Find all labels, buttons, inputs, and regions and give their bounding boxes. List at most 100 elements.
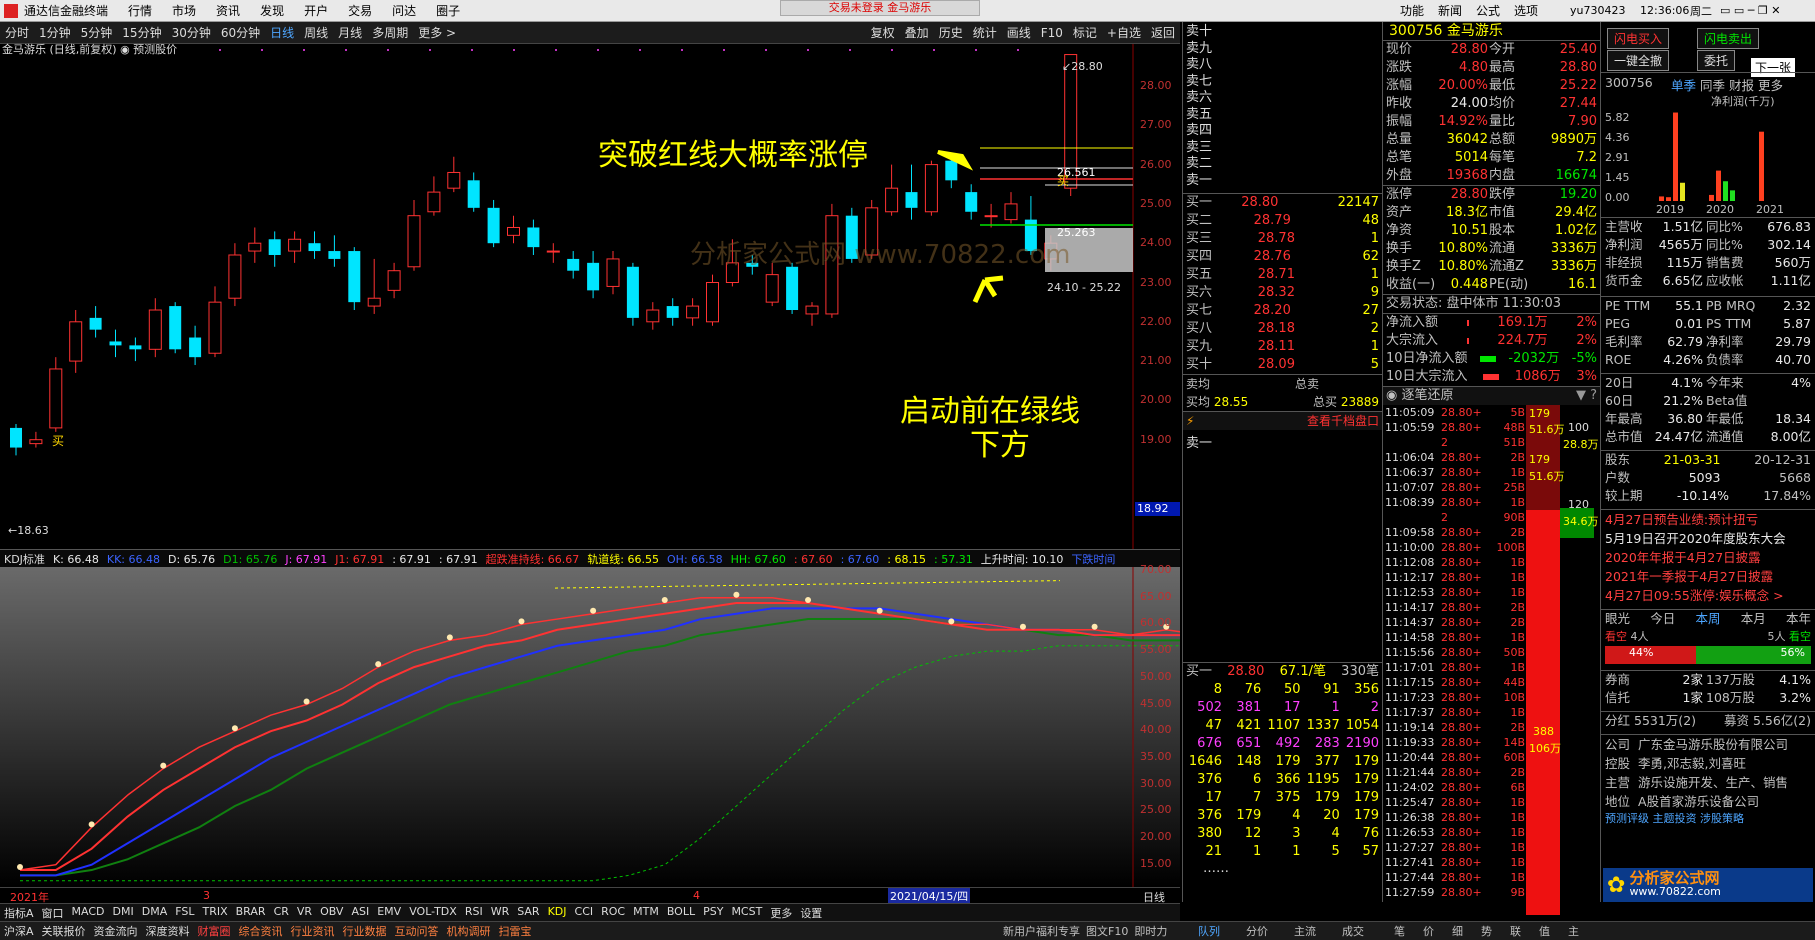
indicator-tab[interactable]: FSL: [171, 904, 198, 921]
order-tab[interactable]: 队列: [1185, 923, 1233, 939]
indicator-tab[interactable]: WR: [487, 904, 514, 921]
btn-adjust[interactable]: 复权: [866, 24, 900, 41]
indicator-tab[interactable]: 更多: [766, 904, 796, 921]
status-tab[interactable]: 沪深A: [0, 923, 38, 939]
indicator-tab[interactable]: MCST: [727, 904, 766, 921]
tab-report[interactable]: 财报: [1729, 78, 1754, 93]
status-tab[interactable]: 综合资讯: [235, 923, 287, 939]
buy-level[interactable]: 买八 28.18 2: [1186, 320, 1379, 338]
menu-item-options[interactable]: 选项: [1504, 2, 1548, 19]
trade-notice[interactable]: 交易未登录 金马游乐: [780, 0, 980, 16]
flash-sell-button[interactable]: 闪电卖出: [1697, 28, 1760, 49]
indicator-tab[interactable]: BRAR: [232, 904, 270, 921]
status-tab[interactable]: 机构调研: [443, 923, 495, 939]
indicator-tab[interactable]: 设置: [796, 904, 826, 921]
indicator-tab[interactable]: SAR: [513, 904, 543, 921]
news-item[interactable]: 2021年一季报于4月27日披露: [1605, 567, 1811, 586]
tab-period-60m[interactable]: 60分钟: [216, 24, 265, 41]
tab-period-1m[interactable]: 1分钟: [34, 24, 76, 41]
news-item[interactable]: 4月27日预告业绩:预计扭亏: [1605, 510, 1811, 529]
window-controls[interactable]: ▭ ▭ ─ ❐ ✕: [1720, 4, 1780, 17]
indicator-tab[interactable]: ROC: [597, 904, 629, 921]
tab-period-30m[interactable]: 30分钟: [167, 24, 216, 41]
indicator-tab[interactable]: RSI: [461, 904, 487, 921]
indicator-tab[interactable]: CCI: [571, 904, 598, 921]
indicator-tab[interactable]: 窗口: [38, 904, 68, 921]
tab-this-week[interactable]: 本周: [1695, 610, 1720, 628]
flash-buy-button[interactable]: 闪电买入: [1607, 28, 1670, 49]
tab-this-month[interactable]: 本月: [1741, 610, 1766, 628]
menu-item-trade[interactable]: 交易: [338, 2, 382, 19]
status-tab[interactable]: 行业资讯: [287, 923, 339, 939]
kdj-chart[interactable]: 70.00 65.00 60.00 55.00 50.00 45.00 40.00 35.00…: [0, 563, 1180, 887]
sell-level[interactable]: 卖九: [1186, 41, 1379, 58]
tick-tab[interactable]: 细: [1443, 923, 1472, 939]
menu-item-open-account[interactable]: 开户: [294, 2, 338, 19]
buy-level[interactable]: 买五 28.71 1: [1186, 266, 1379, 284]
view-thousand-depth-link[interactable]: 查看千档盘口: [1307, 412, 1379, 430]
order-tab[interactable]: 分价: [1233, 923, 1281, 939]
buy-level[interactable]: 买十 28.09 5: [1186, 356, 1379, 374]
sell-level[interactable]: 卖七: [1186, 74, 1379, 91]
sell-level[interactable]: 卖六: [1186, 90, 1379, 107]
tick-tab[interactable]: 价: [1414, 923, 1443, 939]
tab-period-monthly[interactable]: 月线: [333, 24, 367, 41]
tick-tab[interactable]: 笔: [1385, 923, 1414, 939]
tick-tab[interactable]: 值: [1530, 923, 1559, 939]
sell-level[interactable]: 卖八: [1186, 57, 1379, 74]
news-item[interactable]: 4月27日09:55涨停:娱乐概念 >: [1605, 586, 1811, 605]
btn-stats[interactable]: 统计: [968, 24, 1002, 41]
news-item[interactable]: 5月19日召开2020年度股东大会: [1605, 529, 1811, 548]
kdj-name[interactable]: KDJ标准: [0, 551, 49, 567]
news-item[interactable]: 2020年年报于4月27日披露: [1605, 548, 1811, 567]
sell-level[interactable]: 卖十: [1186, 24, 1379, 41]
menu-item-circle[interactable]: 圈子: [426, 2, 470, 19]
status-tab[interactable]: 深度资料: [142, 923, 194, 939]
tab-fin-more[interactable]: 更多: [1758, 78, 1783, 93]
status-tab[interactable]: 互动问答: [391, 923, 443, 939]
indicator-tab[interactable]: ASI: [347, 904, 373, 921]
indicator-tab[interactable]: EMV: [373, 904, 405, 921]
sell-level[interactable]: 卖五: [1186, 107, 1379, 124]
tab-period-daily[interactable]: 日线: [265, 24, 299, 41]
cancel-all-button[interactable]: 一键全撤: [1607, 50, 1670, 71]
sell-level[interactable]: 卖二: [1186, 156, 1379, 173]
tab-period-multi[interactable]: 多周期: [367, 24, 413, 41]
tab-quarter[interactable]: 单季: [1671, 78, 1696, 93]
status-right-item[interactable]: 图文F10: [1083, 923, 1131, 939]
btn-add-watch[interactable]: +自选: [1102, 24, 1146, 41]
tick-list[interactable]: 11:05:09 28.80+ 5B 11:05:59 28.80+ 48B 2 51B 11:…: [1383, 405, 1600, 915]
more-links[interactable]: 预测评级 主题投资 涉股策略: [1601, 811, 1815, 827]
indicator-tab[interactable]: MTM: [629, 904, 663, 921]
entrust-button[interactable]: 委托: [1697, 50, 1736, 71]
sell-level[interactable]: 卖三: [1186, 140, 1379, 157]
tab-today[interactable]: 今日: [1650, 610, 1675, 628]
tab-period-5m[interactable]: 5分钟: [76, 24, 118, 41]
tab-period-15m[interactable]: 15分钟: [117, 24, 166, 41]
buy-level[interactable]: 买四 28.76 62: [1186, 248, 1379, 266]
status-right-item[interactable]: 新用户福利专享: [1000, 923, 1083, 939]
indicator-tab[interactable]: TRIX: [198, 904, 231, 921]
menu-item-quote[interactable]: 行情: [118, 2, 162, 19]
sell-level[interactable]: 卖一: [1186, 173, 1379, 190]
buy-level[interactable]: 买二 28.79 48: [1186, 212, 1379, 230]
status-tab[interactable]: 扫雷宝: [495, 923, 536, 939]
indicator-tab[interactable]: CR: [270, 904, 293, 921]
indicator-tab[interactable]: BOLL: [663, 904, 699, 921]
btn-history[interactable]: 历史: [934, 24, 968, 41]
status-tab[interactable]: 关联报价: [38, 923, 90, 939]
tab-period-tick[interactable]: 分时: [0, 24, 34, 41]
indicator-tab[interactable]: PSY: [699, 904, 727, 921]
indicator-tab[interactable]: KDJ: [544, 904, 571, 921]
buy-level[interactable]: 买七 28.20 27: [1186, 302, 1379, 320]
status-tab[interactable]: 资金流向: [90, 923, 142, 939]
buy-level[interactable]: 买三 28.78 1: [1186, 230, 1379, 248]
tick-tab[interactable]: 联: [1501, 923, 1530, 939]
indicator-tab[interactable]: VOL-TDX: [405, 904, 461, 921]
tab-period-more[interactable]: 更多 >: [413, 24, 461, 41]
menu-item-news[interactable]: 资讯: [206, 2, 250, 19]
order-tab[interactable]: 成交: [1329, 923, 1377, 939]
btn-back[interactable]: 返回: [1146, 24, 1180, 41]
tab-period-weekly[interactable]: 周线: [299, 24, 333, 41]
menu-item-market[interactable]: 市场: [162, 2, 206, 19]
